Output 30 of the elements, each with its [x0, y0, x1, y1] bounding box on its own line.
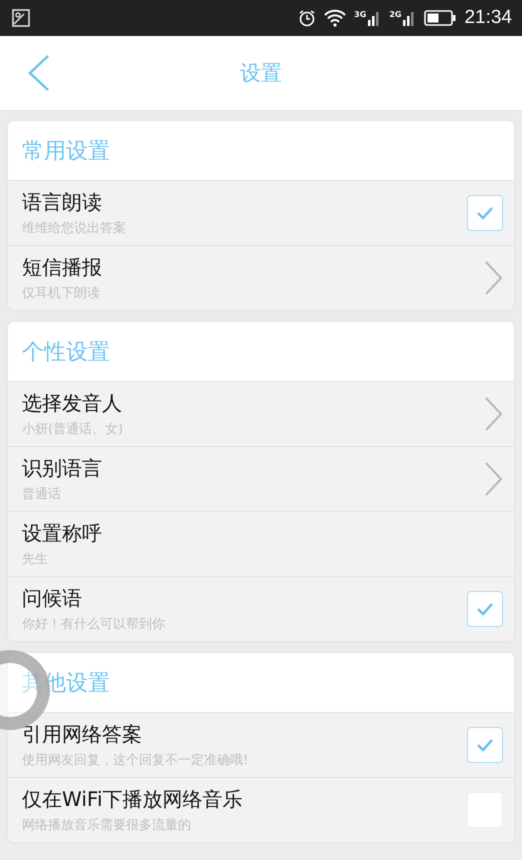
- check-icon: [476, 602, 494, 616]
- setting-title: 引用网络答案: [22, 721, 143, 748]
- chevron-right-icon: [483, 461, 503, 497]
- network-label: 3G: [354, 10, 366, 20]
- wifi-icon: [324, 9, 346, 27]
- setting-title: 识别语言: [22, 455, 102, 482]
- checkbox[interactable]: [467, 727, 503, 763]
- setting-title: 设置称呼: [22, 520, 102, 547]
- section-title: 其他设置: [22, 670, 110, 698]
- check-icon: [476, 206, 494, 220]
- clock-time: 21:34: [464, 7, 512, 29]
- section-title: 常用设置: [22, 138, 110, 166]
- setting-title: 问候语: [22, 585, 83, 612]
- network-label: 2G: [389, 10, 402, 20]
- signal-icon: [402, 10, 416, 26]
- setting-title: 短信播报: [22, 254, 102, 281]
- alarm-icon: [298, 9, 316, 27]
- setting-title: 语言朗读: [22, 189, 103, 216]
- checkbox[interactable]: [467, 195, 503, 231]
- page-title: 设置: [240, 60, 282, 87]
- chevron-right-icon: [483, 260, 503, 296]
- battery-icon: [424, 10, 456, 26]
- section-title: 个性设置: [22, 338, 110, 366]
- setting-title: 仅在WiFi下播放网络音乐: [22, 786, 242, 813]
- setting-title: 选择发音人: [22, 390, 123, 417]
- check-icon: [476, 738, 494, 752]
- signal-icon: [367, 10, 382, 26]
- image-icon: [12, 9, 30, 27]
- checkbox[interactable]: [467, 591, 503, 627]
- chevron-right-icon: [483, 396, 503, 432]
